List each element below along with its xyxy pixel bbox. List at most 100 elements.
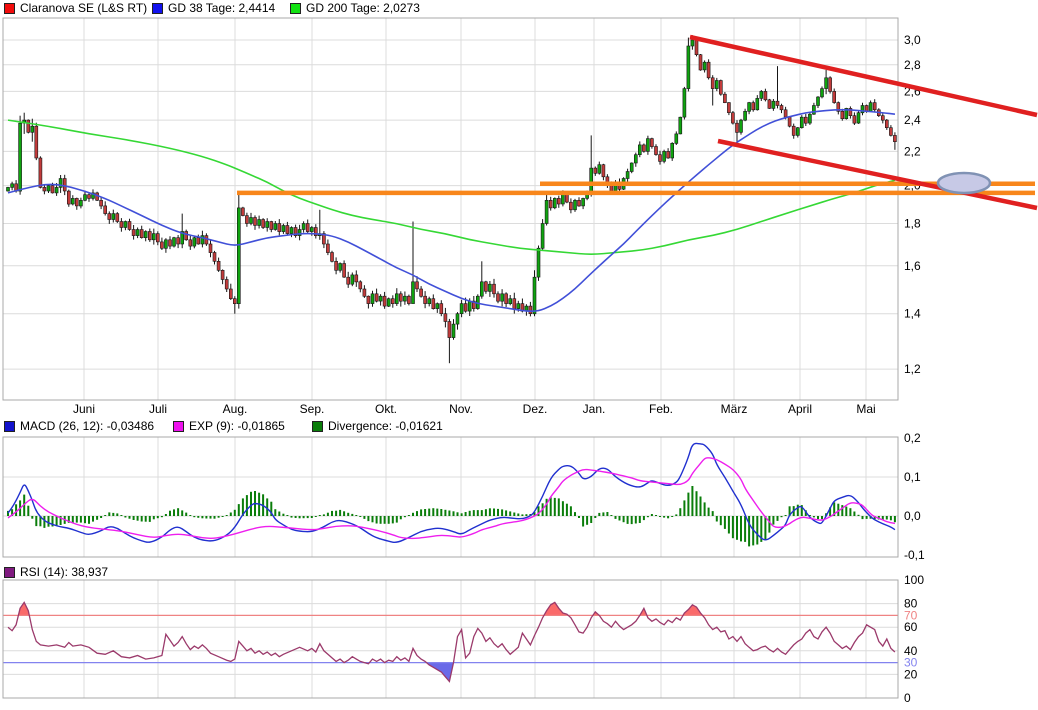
candle-up [638, 145, 641, 155]
candle-down [893, 135, 896, 141]
legend-item-macd: MACD (26, 12): -0,03486 [4, 419, 154, 433]
candle-down [505, 294, 508, 304]
candle-up [533, 277, 536, 314]
candle-up [480, 282, 483, 296]
price-tick-label: 1,2 [904, 362, 921, 376]
candle-down [420, 289, 423, 296]
candle-down [160, 242, 163, 248]
candle-up [744, 111, 747, 120]
candle-down [659, 155, 662, 162]
candle-up [282, 226, 285, 232]
legend-item-gd200: GD 200 Tage: 2,0273 [290, 1, 420, 15]
candle-up [501, 294, 504, 301]
candle-up [428, 299, 431, 304]
candle-down [448, 322, 451, 338]
candle-down [169, 240, 172, 246]
rsi-label: RSI (14): 38,937 [20, 565, 108, 579]
candle-down [529, 306, 532, 314]
candle-up [808, 114, 811, 123]
candle-up [646, 139, 649, 152]
candle-down [375, 294, 378, 301]
candle-down [768, 100, 771, 109]
month-label: Juni [73, 402, 95, 416]
candle-down [306, 224, 309, 232]
candle-up [800, 117, 803, 128]
candle-up [112, 214, 115, 220]
month-label: Nov. [449, 402, 473, 416]
candle-up [310, 228, 313, 232]
candle-down [484, 282, 487, 292]
candle-down [493, 284, 496, 294]
macd-label: MACD (26, 12): -0,03486 [20, 419, 154, 433]
candle-up [79, 200, 82, 206]
candle-down [610, 186, 613, 191]
candle-up [869, 103, 872, 112]
candle-down [177, 238, 180, 244]
gd200-label: GD 200 Tage: 2,0273 [306, 1, 420, 15]
candle-down [549, 200, 552, 208]
candle-down [245, 216, 248, 224]
candle-down [699, 55, 702, 70]
candle-down [407, 296, 410, 303]
candle-down [440, 304, 443, 314]
macd-legend: MACD (26, 12): -0,03486 EXP (9): -0,0186… [0, 418, 1038, 434]
legend-item-exp: EXP (9): -0,01865 [173, 419, 285, 433]
candle-up [748, 103, 751, 112]
macd-tick-label: 0,1 [904, 470, 921, 484]
candle-down [513, 299, 516, 309]
candle-up [630, 163, 633, 172]
candle-down [286, 226, 289, 234]
highlight-ellipse [938, 173, 990, 193]
trend-channel-line [690, 37, 1037, 115]
candle-down [655, 147, 658, 155]
candle-up [553, 198, 556, 207]
price-tick-label: 1,8 [904, 217, 921, 231]
candle-down [363, 289, 366, 296]
candle-down [254, 218, 257, 226]
candle-up [537, 248, 540, 277]
month-label: Dez. [523, 402, 548, 416]
candle-up [703, 62, 706, 70]
candle-down [185, 232, 188, 240]
candle-down [335, 261, 338, 270]
candle-up [436, 304, 439, 309]
price-chart-legend: Claranova SE (L&S RT) GD 38 Tage: 2,4414… [0, 0, 1038, 16]
candle-up [598, 165, 601, 174]
candle-down [594, 168, 597, 173]
macd-tick-label: -0,1 [904, 548, 925, 562]
candle-up [11, 184, 14, 188]
candle-down [391, 299, 394, 304]
month-label: Okt. [375, 402, 397, 416]
candle-down [776, 101, 779, 105]
price-tick-label: 2,2 [904, 144, 921, 158]
candle-down [213, 253, 216, 262]
candle-down [217, 261, 220, 270]
candle-up [772, 101, 775, 108]
candle-down [764, 91, 767, 99]
candle-up [351, 275, 354, 284]
macd-swatch [4, 421, 15, 432]
month-label: Feb. [649, 402, 673, 416]
candle-down [578, 200, 581, 206]
candle-down [731, 113, 734, 123]
candle-down [383, 296, 386, 306]
candle-up [395, 294, 398, 304]
candle-down [399, 294, 402, 301]
candle-up [825, 78, 828, 89]
candle-down [233, 299, 236, 304]
candle-up [460, 304, 463, 314]
candle-down [225, 280, 228, 290]
candle-up [821, 89, 824, 97]
candle-up [31, 126, 34, 132]
candle-down [464, 304, 467, 312]
candle-down [156, 234, 159, 242]
candle-up [509, 299, 512, 304]
price-tick-label: 3,0 [904, 33, 921, 47]
candle-down [650, 139, 653, 147]
candle-down [39, 158, 42, 187]
candle-up [403, 296, 406, 301]
candle-down [88, 195, 91, 199]
candle-up [7, 187, 10, 191]
candle-down [804, 117, 807, 123]
price-tick-label: 2,4 [904, 113, 921, 127]
